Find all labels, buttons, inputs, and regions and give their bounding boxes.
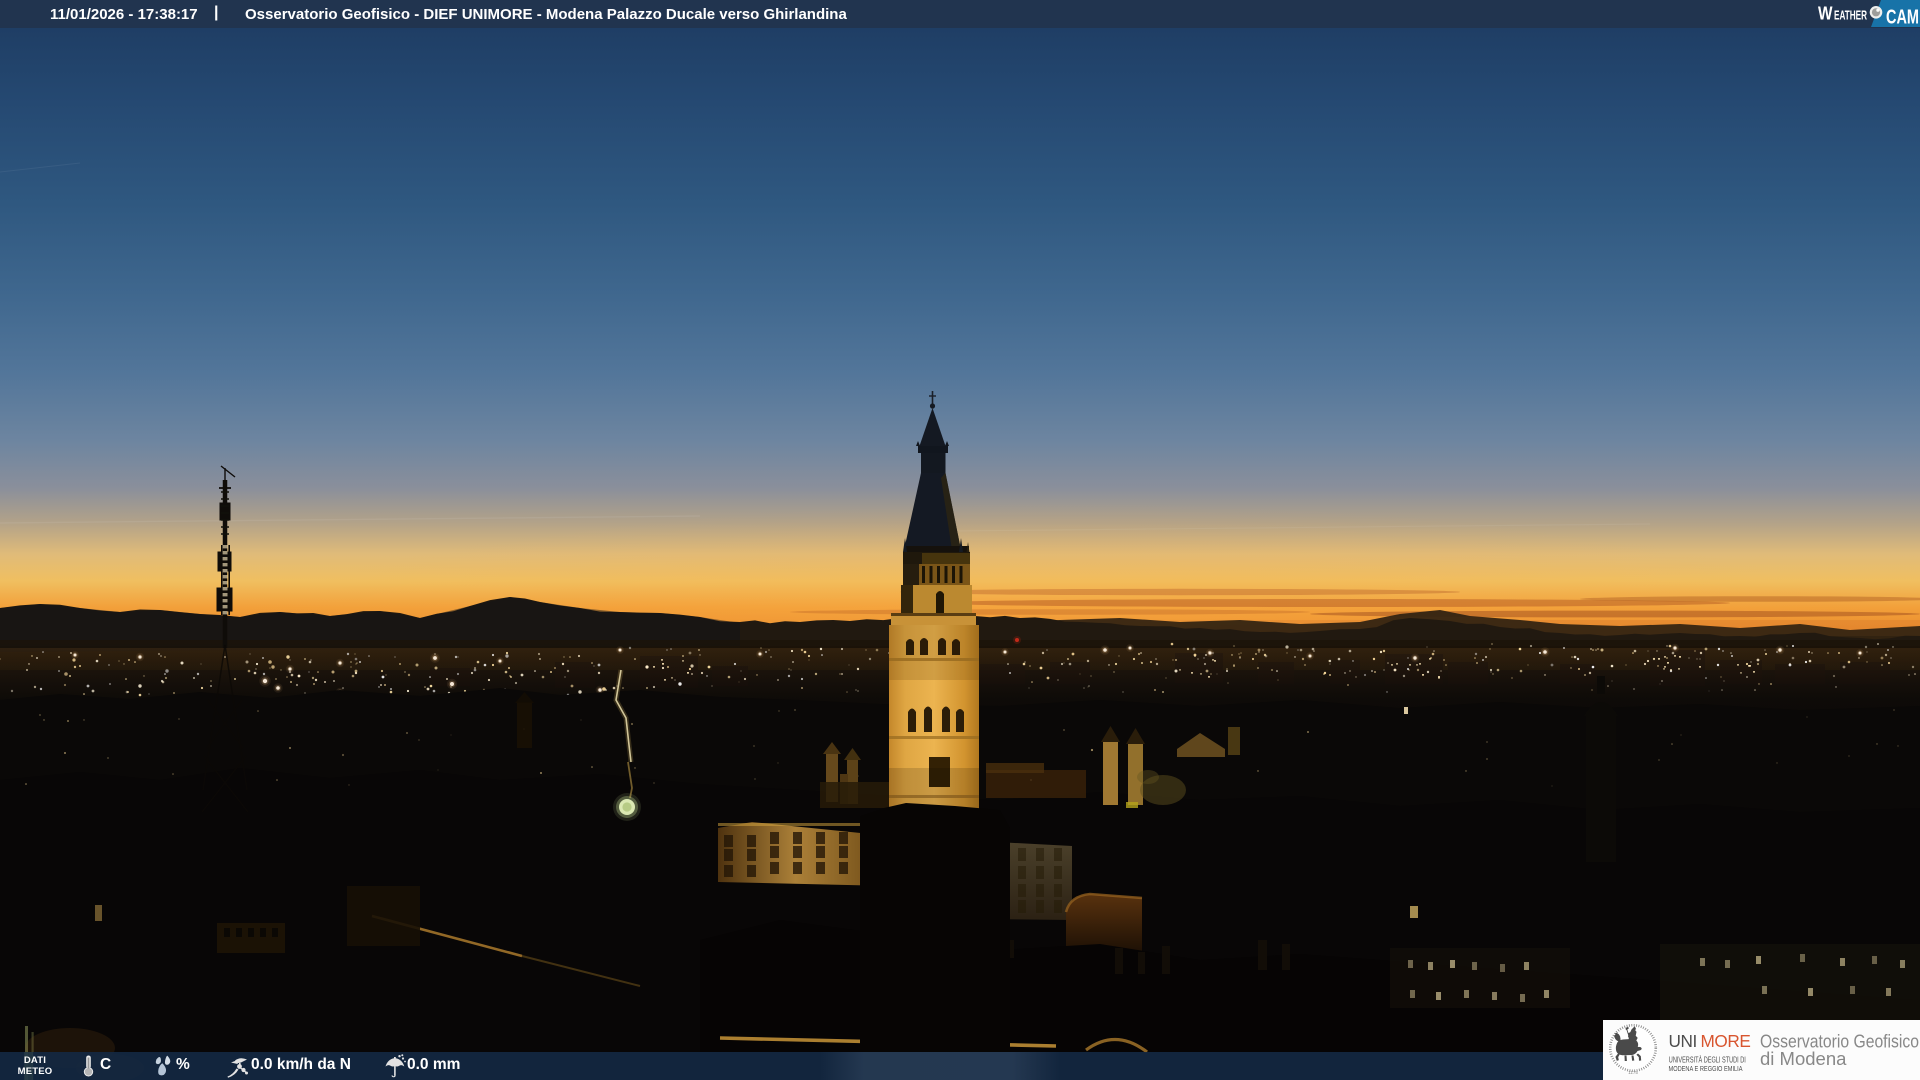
svg-text:CAM: CAM [1886, 7, 1919, 29]
svg-text:MODENA E REGGIO EMILIA: MODENA E REGGIO EMILIA [1669, 1064, 1743, 1073]
svg-text:1175: 1175 [1628, 1070, 1638, 1075]
svg-text:MORE: MORE [1701, 1031, 1751, 1051]
svg-text:W: W [1818, 4, 1833, 24]
svg-text:EATHER: EATHER [1834, 8, 1867, 23]
svg-text:UNI: UNI [1669, 1031, 1697, 1051]
svg-text:di Modena: di Modena [1760, 1048, 1847, 1069]
